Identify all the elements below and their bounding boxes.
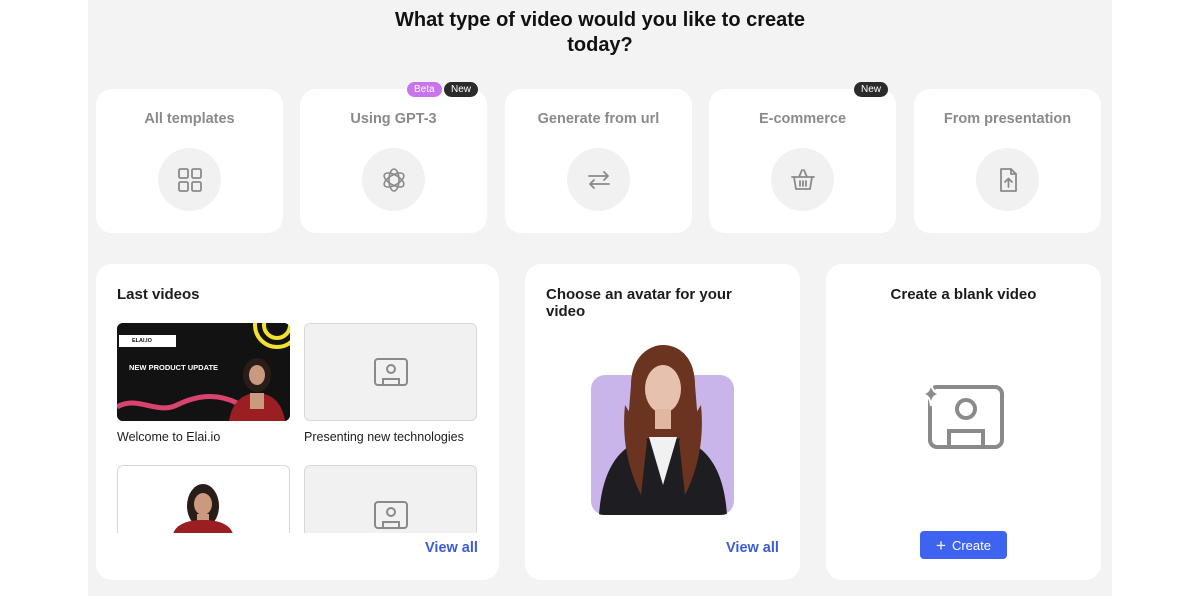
video-thumbnail-artwork bbox=[173, 484, 233, 533]
type-card-from-presentation[interactable]: From presentation bbox=[914, 89, 1101, 233]
page-title-line-2: today? bbox=[567, 34, 633, 56]
video-caption[interactable]: Welcome to Elai.io bbox=[117, 430, 220, 444]
video-thumbnail[interactable] bbox=[304, 465, 477, 533]
image-placeholder-icon bbox=[373, 358, 408, 386]
image-add-icon bbox=[920, 382, 1004, 449]
video-thumbnail[interactable] bbox=[117, 465, 290, 533]
last-videos-title: Last videos bbox=[117, 286, 200, 303]
video-thumbnail[interactable] bbox=[304, 323, 477, 421]
view-all-videos-link[interactable]: View all bbox=[425, 540, 478, 556]
file-upload-icon bbox=[999, 167, 1017, 192]
beta-badge: Beta bbox=[407, 82, 442, 97]
icon-circle bbox=[158, 148, 221, 211]
page-title-line-1: What type of video would you like to cre… bbox=[394, 9, 806, 31]
type-card-using-gpt3[interactable]: Using GPT-3 bbox=[300, 89, 487, 233]
type-card-label: Using GPT-3 bbox=[350, 111, 437, 127]
type-card-label: From presentation bbox=[943, 111, 1072, 127]
icon-circle bbox=[567, 148, 630, 211]
view-all-avatars-link[interactable]: View all bbox=[726, 540, 779, 556]
swap-arrows-icon bbox=[587, 170, 610, 189]
video-thumbnail[interactable]: ELAI.IO NEW PRODUCT UPDATE bbox=[117, 323, 290, 421]
grid-icon bbox=[177, 167, 202, 192]
create-button-label: Create bbox=[951, 537, 991, 553]
openai-icon bbox=[382, 167, 405, 192]
avatar-portrait bbox=[599, 345, 727, 515]
video-caption[interactable]: Presenting new technologies bbox=[304, 430, 464, 444]
image-placeholder-icon bbox=[373, 500, 408, 529]
type-card-ecommerce[interactable]: E-commerce bbox=[709, 89, 896, 233]
icon-circle bbox=[362, 148, 425, 211]
page-title: What type of video would you like to cre… bbox=[0, 8, 1200, 58]
type-card-label: Generate from url bbox=[537, 111, 660, 127]
type-card-all-templates[interactable]: All templates bbox=[96, 89, 283, 233]
basket-icon bbox=[790, 168, 815, 190]
icon-circle bbox=[976, 148, 1039, 211]
plus-icon: + bbox=[936, 535, 946, 555]
avatar-image[interactable] bbox=[591, 345, 734, 515]
blank-video-title: Create a blank video bbox=[890, 286, 1037, 303]
type-card-label: E-commerce bbox=[758, 111, 847, 127]
avatar-panel: Choose an avatar for your video View all bbox=[525, 264, 800, 580]
thumbnail-tag: ELAI.IO bbox=[132, 338, 152, 344]
new-badge: New bbox=[854, 82, 889, 97]
blank-video-panel: Create a blank video + Create bbox=[826, 264, 1101, 580]
type-card-generate-from-url[interactable]: Generate from url bbox=[505, 89, 692, 233]
create-button[interactable]: + Create bbox=[920, 531, 1007, 559]
new-badge: New bbox=[444, 82, 479, 97]
thumbnail-headline: NEW PRODUCT UPDATE bbox=[129, 363, 219, 372]
avatar-panel-title: Choose an avatar for your video bbox=[546, 286, 732, 320]
last-videos-panel: Last videos ELAI.IO NEW PRODUCT UPDATE W… bbox=[96, 264, 499, 580]
type-card-label: All templates bbox=[144, 111, 235, 127]
icon-circle bbox=[771, 148, 834, 211]
